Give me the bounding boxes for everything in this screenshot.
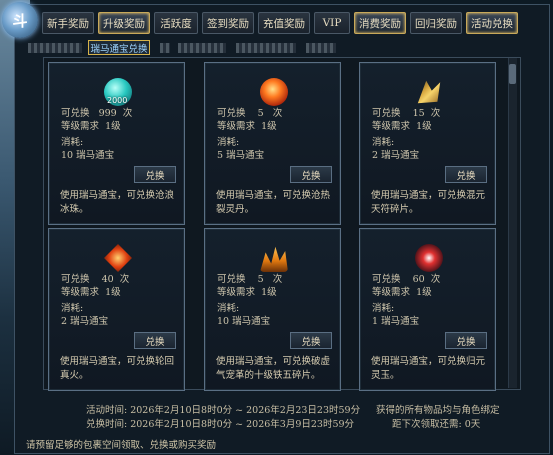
exchange-card: 可兑换 5 次 等级需求 1级 消耗: 5 瑞马通宝 兑换 使用瑞马通宝，可兑换… (204, 62, 341, 225)
exchange-button[interactable]: 兑换 (290, 332, 332, 349)
exchange-card: 可兑换 40 次 等级需求 1级 消耗: 2 瑞马通宝 兑换 使用瑞马通宝，可兑… (48, 228, 185, 391)
item-description: 使用瑞马通宝，可兑换沧浪冰珠。 (60, 190, 175, 215)
exchange-card: 可兑换 60 次 等级需求 1级 消耗: 1 瑞马通宝 兑换 使用瑞马通宝，可兑… (359, 228, 496, 391)
tab-activity[interactable]: 活跃度 (154, 12, 198, 34)
exchange-count-line: 可兑换 40 次 (61, 274, 130, 285)
level-requirement: 等级需求 1级 (372, 121, 432, 132)
exchange-time: 兑换时间: 2026年2月10日8时0分 ~ 2026年3月9日23时59分 (86, 419, 355, 430)
fire-orb-icon (260, 78, 288, 106)
blurred-subtab[interactable] (306, 43, 336, 53)
blurred-subtab[interactable] (160, 43, 170, 53)
bottom-hint: 请预留足够的包裹空间领取、兑换或购买奖励 (26, 440, 217, 451)
game-logo: 斗 (2, 2, 38, 38)
exchange-count-line: 可兑换 60 次 (372, 274, 441, 285)
cost-value: 1 瑞马通宝 (372, 316, 420, 327)
scrollbar-thumb[interactable] (509, 64, 516, 84)
exchange-button[interactable]: 兑换 (134, 332, 176, 349)
level-requirement: 等级需求 1级 (61, 121, 121, 132)
tab-levelup[interactable]: 升级奖励 (98, 12, 150, 34)
blurred-subtab[interactable] (236, 43, 296, 53)
exchange-count-line: 可兑换 15 次 (372, 108, 441, 119)
cost-label: 消耗: (217, 137, 240, 148)
ore-shard-icon (260, 246, 288, 272)
level-requirement: 等级需求 1级 (61, 287, 121, 298)
exchange-card: 可兑换 5 次 等级需求 1级 消耗: 10 瑞马通宝 兑换 使用瑞马通宝，可兑… (204, 228, 341, 391)
flame-icon (104, 244, 132, 272)
tab-newbie[interactable]: 新手奖励 (42, 12, 94, 34)
blurred-subtab[interactable] (178, 43, 226, 53)
cost-label: 消耗: (217, 303, 240, 314)
exchange-count-line: 可兑换 999 次 (61, 108, 133, 119)
exchange-button[interactable]: 兑换 (445, 332, 487, 349)
gold-shard-icon (417, 80, 441, 104)
exchange-card: 2000 可兑换 999 次 等级需求 1级 消耗: 10 瑞马通宝 兑换 使用… (48, 62, 185, 225)
item-description: 使用瑞马通宝，可兑换混元天符碎片。 (371, 190, 486, 215)
cost-value: 2 瑞马通宝 (372, 150, 420, 161)
scrollbar[interactable] (508, 58, 517, 388)
tab-signin[interactable]: 签到奖励 (202, 12, 254, 34)
cost-value: 10 瑞马通宝 (217, 316, 271, 327)
exchange-count-line: 可兑换 5 次 (217, 108, 283, 119)
blurred-subtab[interactable] (28, 43, 82, 53)
item-description: 使用瑞马通宝，可兑换归元灵玉。 (371, 356, 486, 381)
item-description: 使用瑞马通宝，可兑换轮回真火。 (60, 356, 175, 381)
cost-value: 5 瑞马通宝 (217, 150, 265, 161)
top-tabbar: 新手奖励 升级奖励 活跃度 签到奖励 充值奖励 VIP 消费奖励 回归奖励 活动… (42, 12, 542, 34)
tab-spend[interactable]: 消费奖励 (354, 12, 406, 34)
exchange-button[interactable]: 兑换 (445, 166, 487, 183)
next-claim-countdown: 距下次领取还需: 0天 (392, 419, 481, 430)
level-requirement: 等级需求 1级 (372, 287, 432, 298)
exchange-button[interactable]: 兑换 (134, 166, 176, 183)
exchange-button[interactable]: 兑换 (290, 166, 332, 183)
subtab-horse-exchange[interactable]: 瑞马通宝兑换 (88, 40, 150, 55)
cost-value: 2 瑞马通宝 (61, 316, 109, 327)
item-description: 使用瑞马通宝，可兑换破虚气宠革的十级铁五碎片。 (216, 356, 331, 381)
cost-value: 10 瑞马通宝 (61, 150, 115, 161)
level-requirement: 等级需求 1级 (217, 287, 277, 298)
tab-event-exchange[interactable]: 活动兑换 (466, 12, 518, 34)
subtab-row: 瑞马通宝兑换 (28, 40, 528, 56)
cost-label: 消耗: (61, 137, 84, 148)
cost-label: 消耗: (61, 303, 84, 314)
cost-label: 消耗: (372, 303, 395, 314)
tab-recharge[interactable]: 充值奖励 (258, 12, 310, 34)
level-requirement: 等级需求 1级 (217, 121, 277, 132)
cost-label: 消耗: (372, 137, 395, 148)
exchange-count-line: 可兑换 5 次 (217, 274, 283, 285)
exchange-card: 可兑换 15 次 等级需求 1级 消耗: 2 瑞马通宝 兑换 使用瑞马通宝，可兑… (359, 62, 496, 225)
tab-vip[interactable]: VIP (314, 12, 350, 34)
tab-return[interactable]: 回归奖励 (410, 12, 462, 34)
item-count-badge: 2000 (107, 96, 128, 105)
item-description: 使用瑞马通宝，可兑换沧热裂灵丹。 (216, 190, 331, 215)
activity-time: 活动时间: 2026年2月10日8时0分 ~ 2026年2月23日23时59分 (86, 405, 361, 416)
spirit-orb-icon (415, 244, 443, 272)
binding-note: 获得的所有物品均与角色绑定 (376, 405, 500, 416)
